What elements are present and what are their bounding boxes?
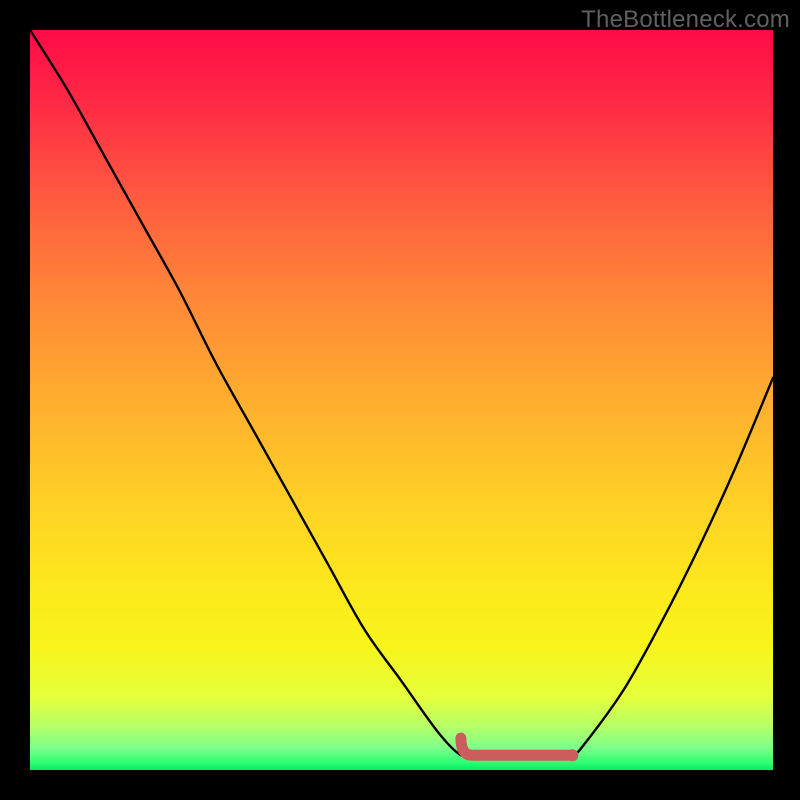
plot-area bbox=[30, 30, 773, 770]
gradient-background bbox=[30, 30, 773, 770]
chart-frame: TheBottleneck.com bbox=[0, 0, 800, 800]
watermark-text: TheBottleneck.com bbox=[581, 6, 790, 34]
